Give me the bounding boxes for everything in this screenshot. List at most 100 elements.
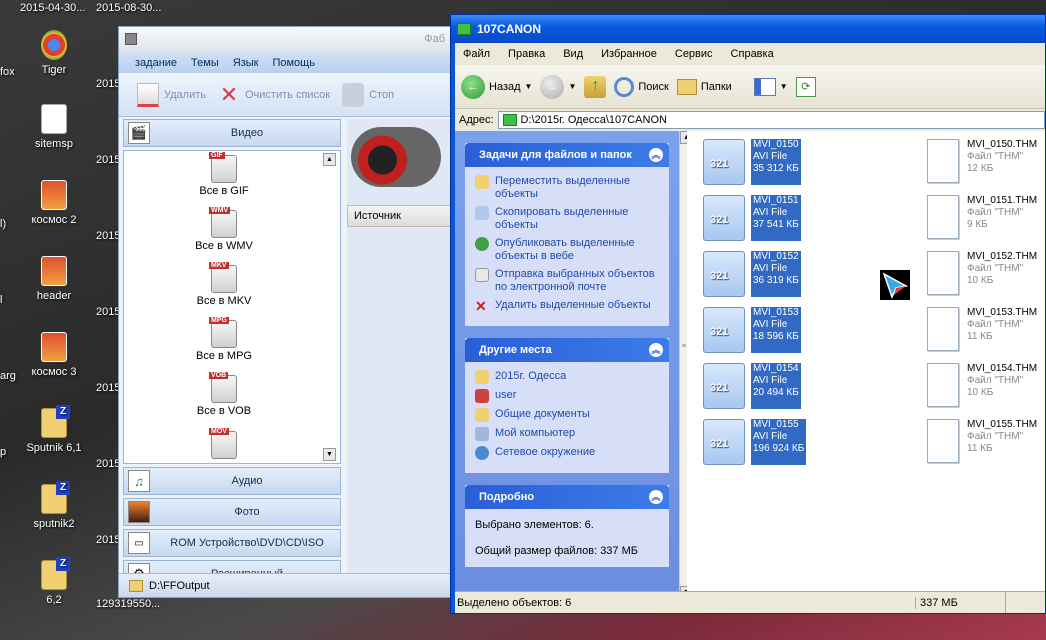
file-item-avi[interactable]: MVI_0153AVI File18 596 КБ [703,307,801,353]
views-button[interactable]: ▼ [753,77,788,96]
explorer-titlebar[interactable]: 107CANON [451,15,1045,43]
chevron-up-icon[interactable]: ︽ [649,490,663,504]
chevron-down-icon[interactable]: ▼ [568,82,576,91]
place-user[interactable]: user [475,389,663,403]
scroll-down-button[interactable]: ▼ [323,448,336,461]
file-item-thm[interactable]: MVI_0153.THM Файл "THM" 11 КБ [927,307,1037,351]
place-shared-docs[interactable]: Общие документы [475,408,663,422]
file-item-thm[interactable]: MVI_0151.THM Файл "THM" 9 КБ [927,195,1037,239]
file-item-thm[interactable]: MVI_0150.THM Файл "THM" 12 КБ [927,139,1037,183]
sync-button[interactable]: ⟳ [795,76,816,97]
format-item-gif[interactable]: GIF Все в GIF [124,152,324,197]
chevron-up-icon[interactable]: ︽ [649,343,663,357]
chrome-icon [41,30,67,60]
document-icon [41,104,67,134]
menu-favorites[interactable]: Избранное [601,48,657,60]
file-item-avi[interactable]: MVI_0155AVI File196 924 КБ [703,419,807,465]
folders-icon [676,78,697,95]
desktop-icon-sputnik61[interactable]: Sputnik 6,1 [9,405,99,454]
desktop-icon-header[interactable]: header [9,256,99,302]
chevron-down-icon[interactable]: ▼ [525,82,533,91]
other-places-header[interactable]: Другие места ︽ [465,338,669,362]
scroll-grip[interactable]: ≡ [682,343,686,350]
chevron-up-icon[interactable]: ︽ [649,148,663,162]
file-item-thm[interactable]: MVI_0154.THM Файл "THM" 10 КБ [927,363,1037,407]
menu-file[interactable]: Файл [463,48,490,60]
file-item-thm[interactable]: MVI_0152.THM Файл "THM" 10 КБ [927,251,1037,295]
file-item-avi[interactable]: MVI_0154AVI File20 494 КБ [703,363,801,409]
format-item-mpg[interactable]: MPG Все в MPG [124,317,324,362]
folders-button[interactable]: Папки [676,78,732,95]
category-audio[interactable]: ♫ Аудио [123,467,341,495]
desktop-partial-label: 2015 [96,230,121,242]
menu-help[interactable]: Справка [731,48,774,60]
ff-menu-item[interactable]: задание [135,57,177,69]
vob-format-icon: VOB [209,372,237,403]
menu-view[interactable]: Вид [563,48,583,60]
task-publish[interactable]: Опубликовать выделенные объекты в вебе [475,237,663,263]
category-video[interactable]: 🎬 Видео [123,119,341,147]
globe-icon [475,237,489,251]
task-delete[interactable]: ✕ Удалить выделенные объекты [475,299,663,313]
desktop-label: 2015-08-30... [96,2,162,14]
ff-menu-item[interactable]: Язык [233,57,259,69]
file-item-avi[interactable]: MVI_0151AVI File37 541 КБ [703,195,801,241]
back-button[interactable]: ← Назад ▼ [461,74,533,99]
file-item-thm[interactable]: MVI_0155.THM Файл "THM" 11 КБ [927,419,1037,463]
desktop-icon-sitemsp[interactable]: sitemsp [9,104,99,150]
ff-category-panel: 🎬 Видео GIF Все в GIF WMV Все в WMV MKV Все … [123,119,341,588]
copy-icon [475,206,489,220]
place-network[interactable]: Сетевое окружение [475,446,663,460]
format-item-vob[interactable]: VOB Все в VOB [124,372,324,417]
desktop-partial-label: 2015 [96,306,121,318]
desktop-icon-62[interactable]: 6,2 [9,557,99,606]
desktop-partial-label: 2015 [96,154,121,166]
delete-button[interactable]: Удалить [137,82,206,107]
avi-file-icon [703,307,745,353]
address-input[interactable]: D:\2015г. Одесса\107CANON [497,111,1045,129]
shared-folder-icon [475,408,489,422]
scroll-up-button[interactable]: ▲ [323,153,336,166]
format-item-mkv[interactable]: MKV Все в MKV [124,262,324,307]
up-button[interactable]: ↑ [584,75,607,98]
task-copy[interactable]: Скопировать выделенные объекты [475,206,663,232]
category-photo[interactable]: Фото [123,498,341,526]
desktop-partial-label: 2015 [96,382,121,394]
task-move[interactable]: Переместить выделенные объекты [475,175,663,201]
clear-list-button[interactable]: ✕ Очистить список [218,82,330,107]
film-icon: 🎬 [128,122,150,144]
move-icon [475,175,489,189]
file-view: MVI_0150AVI File35 312 КБ MVI_0151AVI Fi… [687,131,1045,599]
output-path[interactable]: D:\FFOutput [149,580,210,592]
format-item-wmv[interactable]: WMV Все в WMV [124,207,324,252]
menu-tools[interactable]: Сервис [675,48,713,60]
ff-menu-item[interactable]: Помощь [272,57,315,69]
place-my-computer[interactable]: Мой компьютер [475,427,663,441]
file-tasks-header[interactable]: Задачи для файлов и папок ︽ [465,143,669,167]
desktop-icon-tiger[interactable]: Tiger [9,30,99,76]
desktop-icon-sputnik2[interactable]: sputnik2 [9,481,99,530]
menu-edit[interactable]: Правка [508,48,545,60]
search-button[interactable]: Поиск [614,76,669,97]
source-column-header[interactable]: Источник [347,205,451,227]
file-item-avi[interactable]: MVI_0152AVI File36 319 КБ [703,251,801,297]
stop-button[interactable]: Стоп [342,82,394,107]
task-email[interactable]: Отправка выбранных объектов по электронн… [475,268,663,294]
format-item-mov[interactable]: MOV [124,428,324,461]
email-icon [475,268,489,282]
image-file-icon [41,180,67,210]
photo-icon [128,501,150,523]
category-rom[interactable]: ▭ ROM Устройство\DVD\CD\ISO [123,529,341,557]
details-selected-count: Выбрано элементов: 6. [475,519,594,531]
file-item-avi[interactable]: MVI_0150AVI File35 312 КБ [703,139,801,185]
ff-titlebar[interactable]: Фаб [119,27,451,53]
desktop-icon-kosmos3[interactable]: космос 3 [9,332,99,378]
place-odessa[interactable]: 2015г. Одесса [475,370,663,384]
ff-menu-item[interactable]: Темы [191,57,219,69]
forward-button[interactable]: → ▼ [540,74,576,99]
network-icon [475,446,489,460]
desktop-icon-kosmos2[interactable]: космос 2 [9,180,99,226]
computer-icon [475,427,489,441]
thm-file-icon [927,251,959,295]
details-header[interactable]: Подробно ︽ [465,485,669,509]
